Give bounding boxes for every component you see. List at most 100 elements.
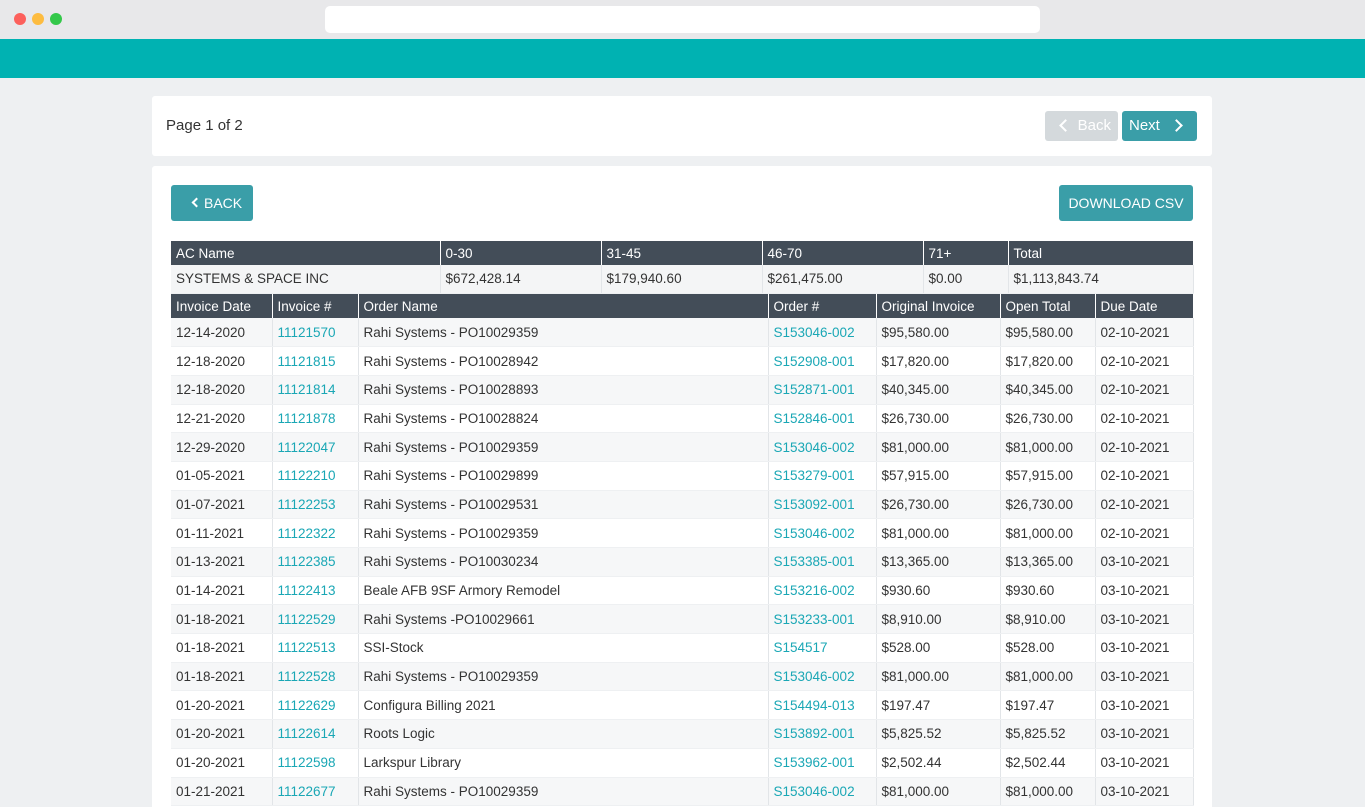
invoice-row: 01-11-2021 11122322 Rahi Systems - PO10029… <box>171 518 1194 548</box>
invoice-number-link[interactable]: 11122253 <box>272 490 359 520</box>
minimize-window-icon[interactable] <box>32 13 44 25</box>
order-number-link[interactable]: S154517 <box>768 633 877 663</box>
invoice-row: 01-18-2021 11122528 Rahi Systems - PO10029… <box>171 662 1194 692</box>
invoice-date-cell: 01-18-2021 <box>171 604 273 635</box>
original-invoice-cell: $930.60 <box>876 576 1001 606</box>
invoice-row: 12-14-2020 11121570 Rahi Systems - PO10029… <box>171 318 1194 348</box>
invoice-row: 12-18-2020 11121814 Rahi Systems - PO10028… <box>171 375 1194 405</box>
order-number-link[interactable]: S153092-001 <box>768 490 877 520</box>
invoice-number-link[interactable]: 11122513 <box>272 633 359 663</box>
invoice-column-header[interactable]: Invoice Date <box>171 294 273 318</box>
order-number-link[interactable]: S153046-002 <box>768 518 877 548</box>
chevron-right-icon <box>1170 119 1183 132</box>
order-number-link[interactable]: S153385-001 <box>768 547 877 577</box>
invoice-date-cell: 01-20-2021 <box>171 690 273 721</box>
order-name-cell: Rahi Systems - PO10030234 <box>358 547 769 577</box>
due-date-cell: 02-10-2021 <box>1095 518 1194 548</box>
previous-page-button[interactable]: Back <box>1045 111 1118 141</box>
invoice-row: 01-18-2021 11122513 SSI-Stock S154517 $528.0… <box>171 633 1194 663</box>
invoice-column-header[interactable]: Order Name <box>358 294 769 318</box>
order-number-link[interactable]: S153046-002 <box>768 662 877 692</box>
open-total-cell: $17,820.00 <box>1000 346 1096 376</box>
invoice-number-link[interactable]: 11122629 <box>272 690 359 721</box>
order-name-cell: Rahi Systems -PO10029661 <box>358 604 769 635</box>
address-bar[interactable] <box>325 6 1040 33</box>
invoice-number-link[interactable]: 11122047 <box>272 432 359 462</box>
invoice-number-link[interactable]: 11122677 <box>272 777 359 807</box>
order-number-link[interactable]: S153046-002 <box>768 318 877 348</box>
order-number-link[interactable]: S154494-013 <box>768 690 877 721</box>
download-csv-button[interactable]: DOWNLOAD CSV <box>1059 185 1193 221</box>
invoice-header-row: Invoice Date Invoice # Order Name Order # Or… <box>171 294 1193 318</box>
close-window-icon[interactable] <box>14 13 26 25</box>
order-name-cell: SSI-Stock <box>358 633 769 663</box>
order-number-link[interactable]: S152871-001 <box>768 375 877 405</box>
due-date-cell: 03-10-2021 <box>1095 777 1194 807</box>
due-date-cell: 03-10-2021 <box>1095 547 1194 577</box>
original-invoice-cell: $13,365.00 <box>876 547 1001 577</box>
original-invoice-cell: $95,580.00 <box>876 318 1001 348</box>
order-number-link[interactable]: S153046-002 <box>768 432 877 462</box>
order-number-link[interactable]: S152908-001 <box>768 346 877 376</box>
open-total-cell: $5,825.52 <box>1000 719 1096 749</box>
summary-cell: $261,475.00 <box>762 265 924 294</box>
open-total-cell: $81,000.00 <box>1000 662 1096 692</box>
order-name-cell: Configura Billing 2021 <box>358 690 769 721</box>
order-name-cell: Rahi Systems - PO10029359 <box>358 518 769 548</box>
invoice-date-cell: 01-21-2021 <box>171 777 273 807</box>
invoice-number-link[interactable]: 11121878 <box>272 404 359 434</box>
order-number-link[interactable]: S153962-001 <box>768 748 877 778</box>
invoice-number-link[interactable]: 11122210 <box>272 461 359 491</box>
invoice-date-cell: 12-18-2020 <box>171 346 273 376</box>
due-date-cell: 03-10-2021 <box>1095 719 1194 749</box>
original-invoice-cell: $26,730.00 <box>876 490 1001 520</box>
invoice-number-link[interactable]: 11121570 <box>272 318 359 348</box>
order-number-link[interactable]: S153233-001 <box>768 604 877 635</box>
browser-chrome <box>0 0 1365 39</box>
invoice-row: 01-20-2021 11122598 Larkspur Library S15396… <box>171 748 1194 778</box>
invoice-row: 01-05-2021 11122210 Rahi Systems - PO10029… <box>171 461 1194 491</box>
app-header-bar <box>0 39 1365 78</box>
invoice-number-link[interactable]: 11121815 <box>272 346 359 376</box>
order-number-link[interactable]: S153216-002 <box>768 576 877 606</box>
invoice-number-link[interactable]: 11122528 <box>272 662 359 692</box>
invoice-column-header[interactable]: Original Invoice <box>876 294 1001 318</box>
invoice-date-cell: 01-11-2021 <box>171 518 273 548</box>
invoice-column-header[interactable]: Order # <box>768 294 877 318</box>
order-name-cell: Beale AFB 9SF Armory Remodel <box>358 576 769 606</box>
maximize-window-icon[interactable] <box>50 13 62 25</box>
order-number-link[interactable]: S153279-001 <box>768 461 877 491</box>
open-total-cell: $930.60 <box>1000 576 1096 606</box>
invoice-row: 01-14-2021 11122413 Beale AFB 9SF Armory R… <box>171 576 1194 606</box>
invoice-number-link[interactable]: 11122413 <box>272 576 359 606</box>
order-number-link[interactable]: S153046-002 <box>768 777 877 807</box>
due-date-cell: 03-10-2021 <box>1095 748 1194 778</box>
order-number-link[interactable]: S153892-001 <box>768 719 877 749</box>
original-invoice-cell: $26,730.00 <box>876 404 1001 434</box>
invoice-column-header[interactable]: Invoice # <box>272 294 359 318</box>
invoice-number-link[interactable]: 11122598 <box>272 748 359 778</box>
open-total-cell: $81,000.00 <box>1000 432 1096 462</box>
invoice-column-header[interactable]: Open Total <box>1000 294 1096 318</box>
due-date-cell: 02-10-2021 <box>1095 318 1194 348</box>
order-number-link[interactable]: S152846-001 <box>768 404 877 434</box>
due-date-cell: 02-10-2021 <box>1095 461 1194 491</box>
next-page-label: Next <box>1129 117 1160 134</box>
invoice-column-header[interactable]: Due Date <box>1095 294 1193 318</box>
invoice-number-link[interactable]: 11122614 <box>272 719 359 749</box>
invoice-number-link[interactable]: 11121814 <box>272 375 359 405</box>
due-date-cell: 02-10-2021 <box>1095 404 1194 434</box>
back-button[interactable]: BACK <box>171 185 253 221</box>
invoice-number-link[interactable]: 11122322 <box>272 518 359 548</box>
original-invoice-cell: $40,345.00 <box>876 375 1001 405</box>
invoice-row: 01-18-2021 11122529 Rahi Systems -PO100296… <box>171 604 1194 635</box>
invoice-row: 01-21-2021 11122677 Rahi Systems - PO10029… <box>171 777 1194 807</box>
invoice-date-cell: 01-20-2021 <box>171 748 273 778</box>
next-page-button[interactable]: Next <box>1122 111 1197 141</box>
invoice-date-cell: 01-07-2021 <box>171 490 273 520</box>
invoice-number-link[interactable]: 11122529 <box>272 604 359 635</box>
original-invoice-cell: $57,915.00 <box>876 461 1001 491</box>
order-name-cell: Rahi Systems - PO10029359 <box>358 662 769 692</box>
invoice-number-link[interactable]: 11122385 <box>272 547 359 577</box>
invoice-row: 12-21-2020 11121878 Rahi Systems - PO10028… <box>171 404 1194 434</box>
